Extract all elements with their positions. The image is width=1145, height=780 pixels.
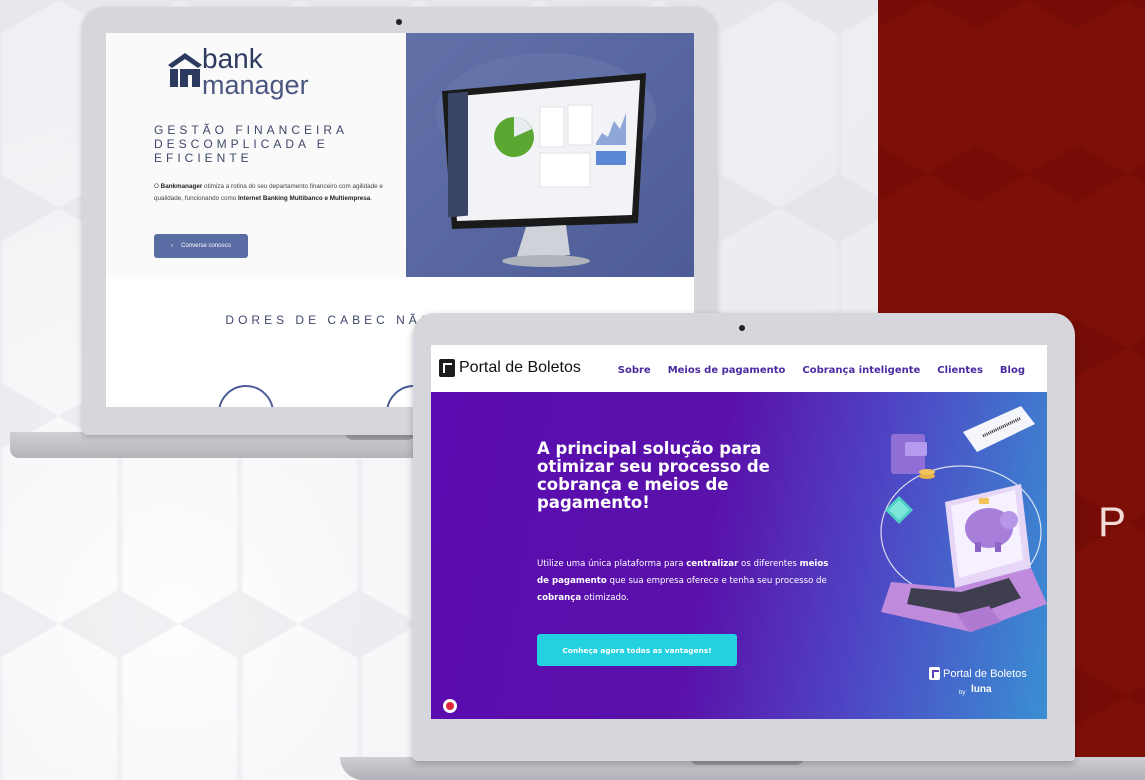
red-panel-letter: P: [1098, 498, 1127, 545]
notification-bell-icon[interactable]: [443, 699, 457, 713]
para-text-3: que sua empresa oferece e tenha seu proc…: [606, 576, 827, 586]
monitor-illustration: [436, 53, 656, 267]
laptop-piggy-illustration: [880, 406, 1047, 632]
converse-conosco-button[interactable]: › Converse conosco: [154, 234, 248, 258]
desc-bold-2: Internet Banking Multibanco e Multiempre…: [238, 195, 371, 202]
bankmanager-logo-manager: manager: [202, 70, 309, 100]
bankmanager-hero-right: [406, 33, 694, 277]
bankmanager-logo-bank: bank: [202, 43, 263, 74]
pain-point-1-icon: [218, 385, 274, 407]
portal-logo-text: Portal de Boletos: [459, 359, 581, 376]
bankmanager-description: O Bankmanager otimiza a rotina do seu de…: [154, 181, 394, 205]
portal-logo-icon: [439, 359, 455, 377]
converse-conosco-label: Converse conosco: [181, 243, 231, 249]
para-bold-3: cobrança: [537, 593, 582, 603]
conheca-vantagens-button[interactable]: Conheça agora todas as vantagens!: [537, 634, 737, 666]
desc-bold-1: Bankmanager: [160, 183, 203, 190]
portal-footer-logo-text: Portal de Boletos: [943, 667, 1027, 680]
nav-item-meios-de-pagamento[interactable]: Meios de pagamento: [668, 365, 786, 376]
desc-text-3: .: [370, 195, 373, 202]
bankmanager-hero-left: bank manager GESTÃO FINANCEIRA DESCOMPLI…: [106, 33, 406, 277]
laptop-2: Portal de Boletos Sobre Meios de pagamen…: [413, 313, 1075, 761]
portal-headline: A principal solução para otimizar seu pr…: [537, 439, 770, 512]
portal-footer-luna: luna: [971, 684, 992, 695]
portal-footer-logo: Portal de Boletos: [929, 667, 1027, 680]
portal-footer-by: by: [959, 690, 966, 696]
nav-item-clientes[interactable]: Clientes: [937, 365, 983, 376]
nav-item-blog[interactable]: Blog: [1000, 365, 1025, 376]
bank-logo-icon: [168, 53, 202, 87]
desc-text-1: O: [154, 183, 161, 190]
wallet-icon: [891, 434, 935, 479]
portal-logo[interactable]: Portal de Boletos: [439, 359, 581, 377]
portal-screen: Portal de Boletos Sobre Meios de pagamen…: [431, 345, 1047, 719]
portal-navbar: Portal de Boletos Sobre Meios de pagamen…: [431, 345, 1047, 392]
portal-footer-logo-icon: [929, 667, 940, 680]
nav-item-sobre[interactable]: Sobre: [618, 365, 651, 376]
nav-item-cobranca-inteligente[interactable]: Cobrança inteligente: [802, 365, 920, 376]
para-text-4: otimizado.: [581, 593, 629, 603]
laptop-2-camera: [739, 325, 745, 331]
para-text-2: os diferentes: [738, 559, 800, 569]
laptop-1-camera: [396, 19, 402, 25]
para-bold-1: centralizar: [686, 559, 739, 569]
pix-diamond-icon: [885, 496, 913, 524]
bankmanager-tagline: GESTÃO FINANCEIRA DESCOMPLICADA E EFICIE…: [154, 123, 348, 165]
chevron-right-icon: ›: [171, 243, 174, 249]
receipt-icon: [963, 406, 1035, 452]
para-text-1: Utilize uma única plataforma para: [537, 559, 687, 569]
portal-nav-menu: Sobre Meios de pagamento Cobrança inteli…: [618, 365, 1025, 376]
portal-paragraph: Utilize uma única plataforma para centra…: [537, 556, 837, 607]
portal-hero: A principal solução para otimizar seu pr…: [431, 392, 1047, 719]
